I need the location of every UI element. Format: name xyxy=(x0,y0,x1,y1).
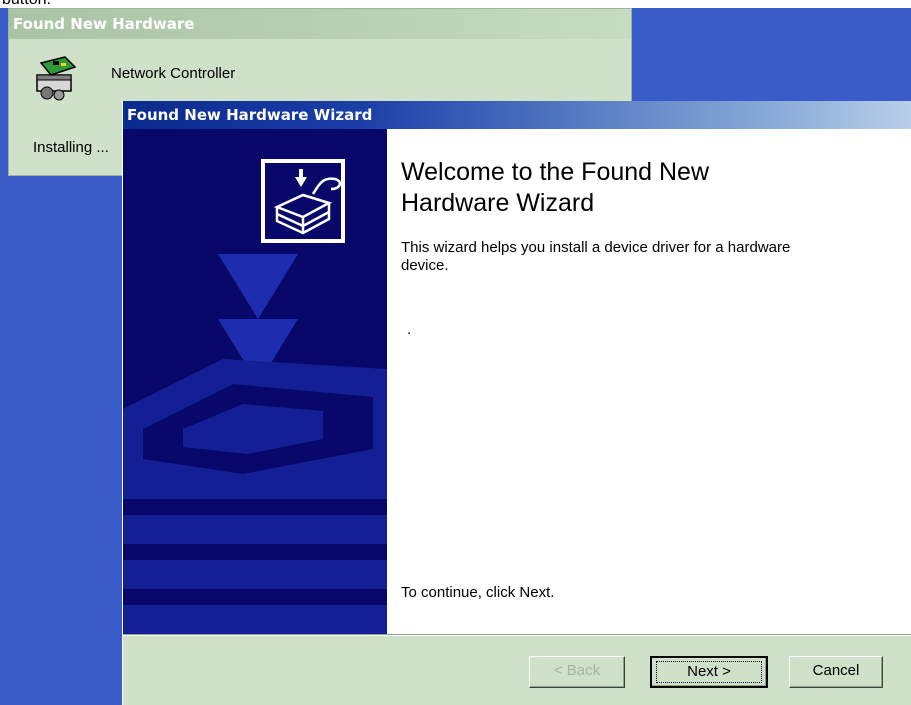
button-separator xyxy=(123,634,911,636)
installing-status: Installing ... xyxy=(33,139,109,156)
focus-rectangle xyxy=(656,661,762,683)
next-button[interactable]: Next > xyxy=(650,656,768,688)
found-new-hardware-title: Found New Hardware xyxy=(9,9,631,39)
continue-instruction: To continue, click Next. xyxy=(401,584,555,601)
cancel-button[interactable]: Cancel xyxy=(789,656,883,688)
wizard-banner xyxy=(123,129,387,634)
wizard-window: Found New Hardware Wizard Welcome to the… xyxy=(122,101,911,705)
hardware-icon xyxy=(36,56,77,101)
top-strip: button. xyxy=(0,0,911,8)
wizard-title: Found New Hardware Wizard xyxy=(123,101,911,129)
back-button[interactable]: < Back xyxy=(529,656,625,688)
wizard-content: Welcome to the Found New Hardware Wizard… xyxy=(387,129,911,634)
banner-artwork xyxy=(123,129,387,634)
wizard-heading: Welcome to the Found New Hardware Wizard xyxy=(401,158,710,217)
device-name: Network Controller xyxy=(111,65,236,82)
wizard-dot: . xyxy=(407,321,412,338)
wizard-description: This wizard helps you install a device d… xyxy=(401,239,791,274)
